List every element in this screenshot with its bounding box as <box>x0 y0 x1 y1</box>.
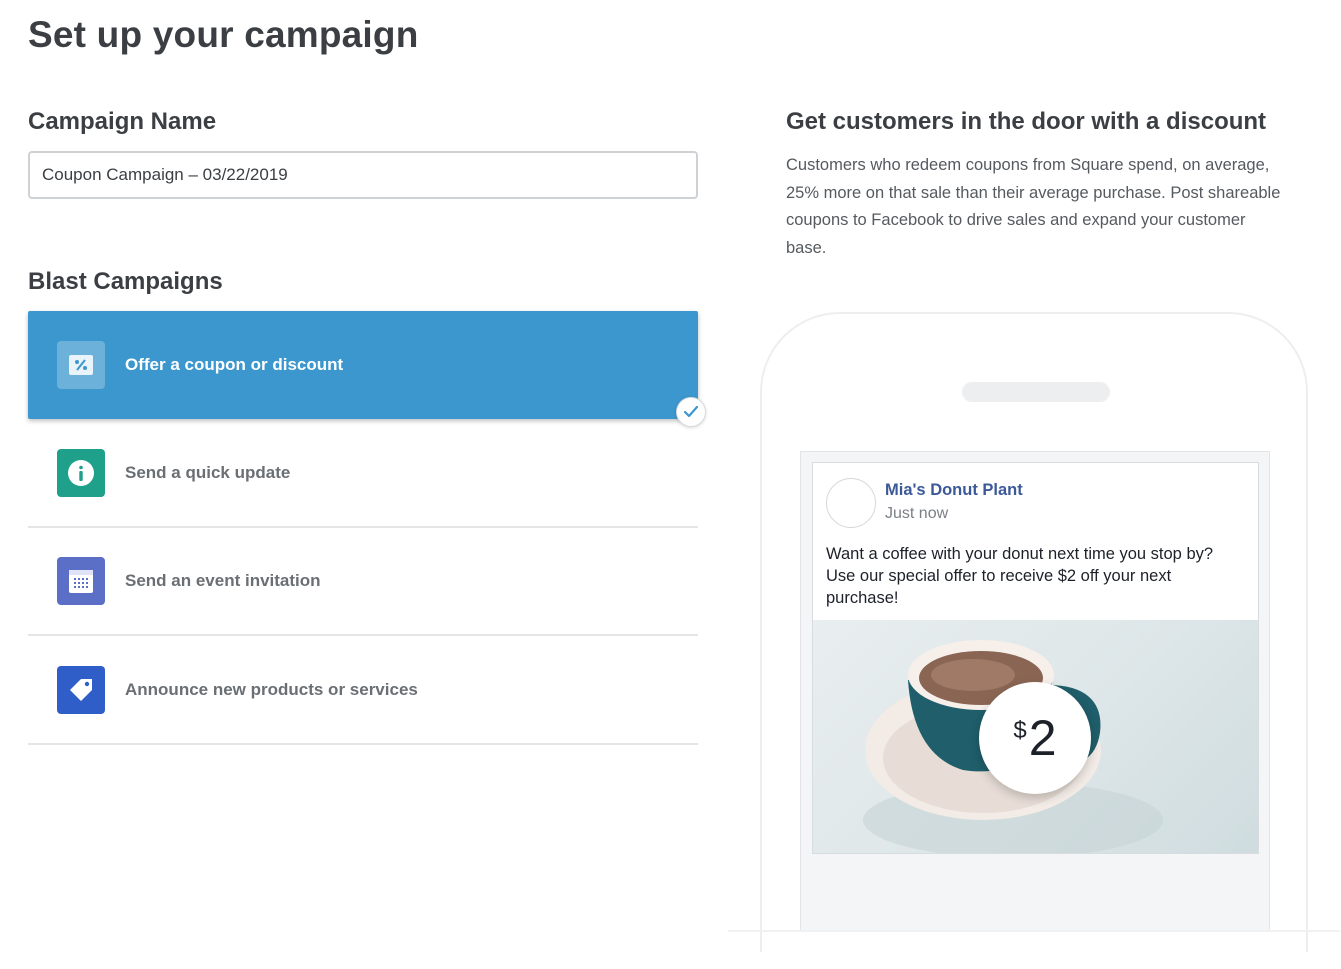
divider <box>728 930 1340 932</box>
tag-icon <box>57 666 105 714</box>
coffee-cup-image: $ 2 <box>813 620 1258 853</box>
post-time: Just now <box>885 505 949 522</box>
blast-campaigns-label: Blast Campaigns <box>28 268 223 295</box>
percent-coupon-icon <box>57 341 105 389</box>
post-message: Want a coffee with your donut next time … <box>826 545 1214 607</box>
promo-description: Customers who redeem coupons from Square… <box>786 156 1281 257</box>
promo-title: Get customers in the door with a discoun… <box>786 108 1267 135</box>
option-offer-coupon[interactable]: Offer a coupon or discount <box>28 311 706 427</box>
price-amount: 2 <box>1028 710 1057 766</box>
option-label: Send a quick update <box>125 463 291 482</box>
avatar <box>826 478 876 528</box>
option-quick-update[interactable]: Send a quick update <box>28 420 698 528</box>
phone-screen: Mia's Donut Plant Just now Want a coffee… <box>800 451 1270 931</box>
price-currency: $ <box>1013 717 1027 744</box>
price-badge: $ 2 <box>979 682 1091 794</box>
option-announce-products[interactable]: Announce new products or services <box>28 637 698 745</box>
option-label: Announce new products or services <box>125 680 418 699</box>
phone-preview: Mia's Donut Plant Just now Want a coffee… <box>760 312 1308 952</box>
page-title: Set up your campaign <box>28 14 419 55</box>
phone-speaker <box>962 382 1110 402</box>
info-icon <box>57 449 105 497</box>
post-author: Mia's Donut Plant <box>885 481 1023 499</box>
option-event-invitation[interactable]: Send an event invitation <box>28 528 698 636</box>
campaign-name-label: Campaign Name <box>28 108 217 135</box>
campaign-name-input[interactable] <box>28 151 698 199</box>
calendar-icon <box>57 557 105 605</box>
option-label: Send an event invitation <box>125 571 321 590</box>
facebook-post-preview: Mia's Donut Plant Just now Want a coffee… <box>812 462 1259 854</box>
option-label: Offer a coupon or discount <box>125 355 344 374</box>
